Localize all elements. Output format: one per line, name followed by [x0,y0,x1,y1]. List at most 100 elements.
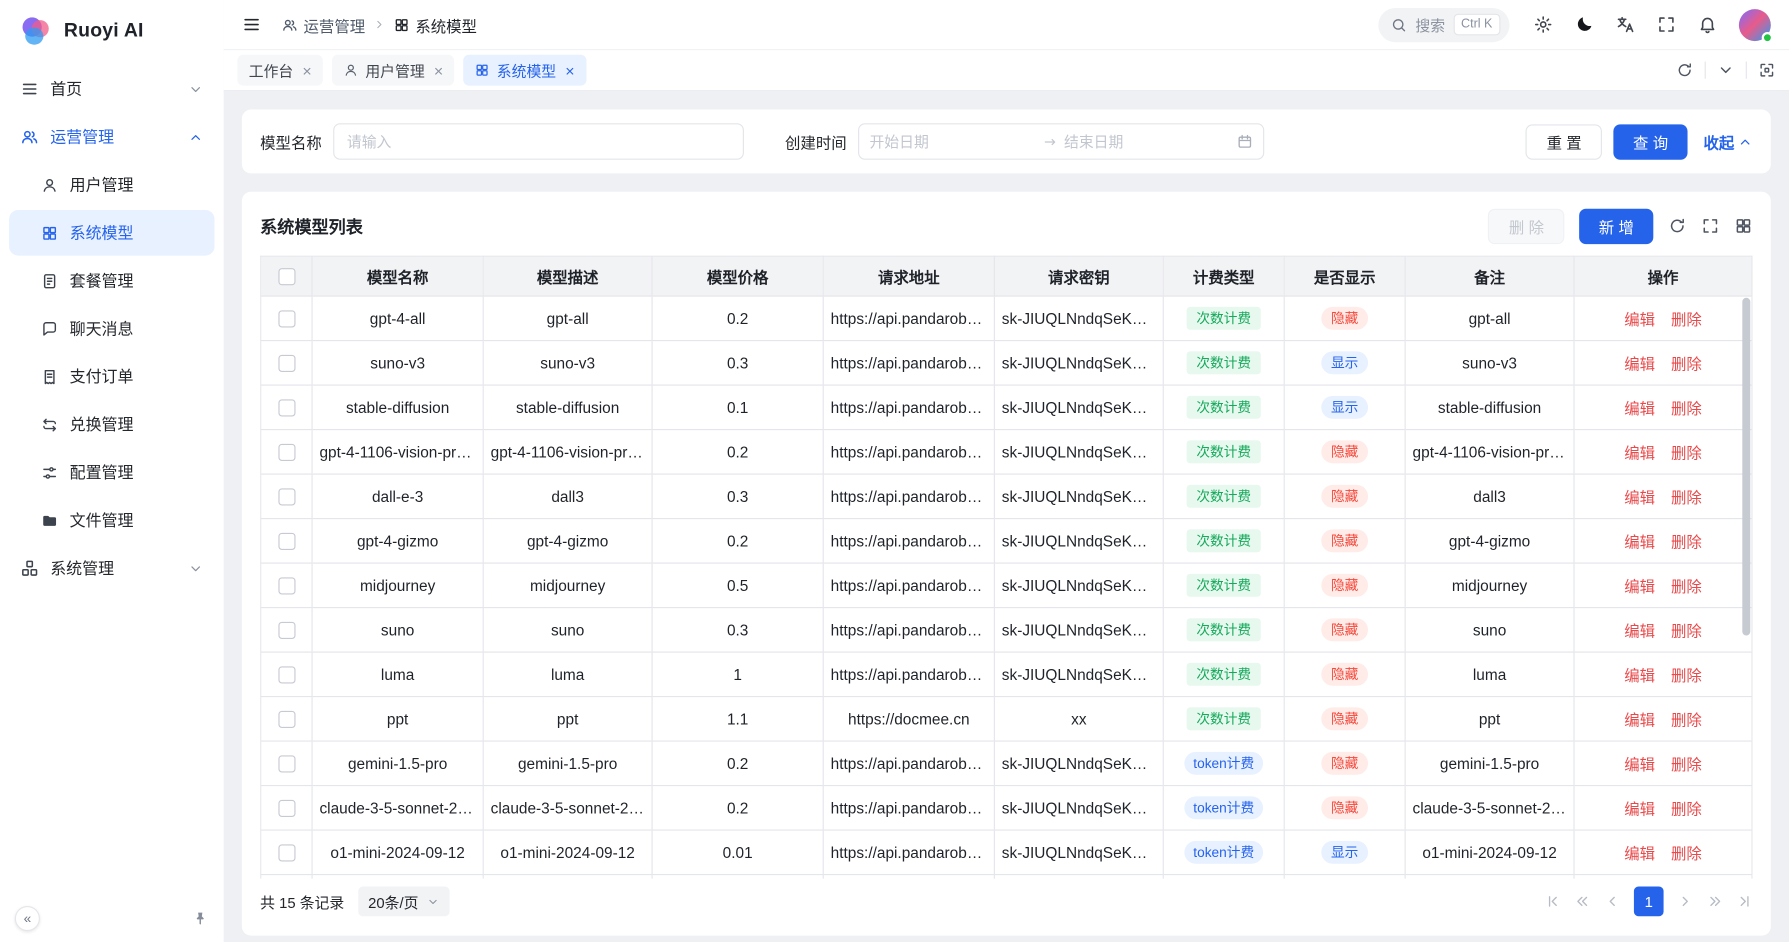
edit-link[interactable]: 编辑 [1624,752,1655,775]
column-header[interactable]: 模型价格 [652,256,823,296]
global-search[interactable]: 搜索 Ctrl K [1379,7,1510,41]
sidebar-item-orders[interactable]: 支付订单 [9,354,214,400]
edit-link[interactable]: 编辑 [1624,396,1655,419]
logo[interactable]: Ruoyi AI [0,0,224,62]
end-date-input[interactable] [1064,133,1230,150]
row-checkbox[interactable] [278,711,295,728]
edit-link[interactable]: 编辑 [1624,707,1655,730]
chevron-down-icon[interactable] [1717,62,1734,79]
row-checkbox[interactable] [278,666,295,683]
column-header[interactable]: 模型名称 [312,256,483,296]
row-checkbox[interactable] [278,800,295,817]
row-checkbox[interactable] [278,533,295,550]
sidebar-item-config[interactable]: 配置管理 [9,450,214,496]
column-settings-icon[interactable] [1734,217,1752,235]
sidebar-item-home[interactable]: 首页 [9,66,214,112]
delete-link[interactable]: 删除 [1671,529,1702,552]
notifications-icon[interactable] [1698,15,1717,34]
table-fullscreen-icon[interactable] [1701,217,1719,235]
edit-link[interactable]: 编辑 [1624,529,1655,552]
sidebar-item-operations[interactable]: 运营管理 [9,114,214,160]
sidebar-item-messages[interactable]: 聊天消息 [9,306,214,352]
column-header[interactable]: 模型描述 [483,256,652,296]
menu-toggle-icon[interactable] [242,15,261,34]
next-group-button[interactable] [1707,893,1723,909]
breadcrumb-item-operations[interactable]: 运营管理 [282,13,365,36]
edit-link[interactable]: 编辑 [1624,485,1655,508]
delete-link[interactable]: 删除 [1671,707,1702,730]
query-button[interactable]: 查 询 [1614,124,1688,159]
row-checkbox[interactable] [278,622,295,639]
sidebar-item-system[interactable]: 系统管理 [9,545,214,591]
delete-link[interactable]: 删除 [1671,485,1702,508]
column-header[interactable]: 请求地址 [823,256,994,296]
tab-models[interactable]: 系统模型× [464,55,586,86]
refresh-table-icon[interactable] [1668,217,1686,235]
delete-link[interactable]: 删除 [1671,841,1702,864]
breadcrumb-item-models[interactable]: 系统模型 [394,13,477,36]
row-checkbox[interactable] [278,844,295,861]
batch-delete-button[interactable]: 删 除 [1488,208,1564,243]
prev-page-button[interactable] [1604,893,1620,909]
reset-button[interactable]: 重 置 [1526,124,1602,159]
edit-link[interactable]: 编辑 [1624,574,1655,597]
tab-close-icon[interactable]: × [302,62,311,78]
date-range-picker[interactable] [858,123,1264,160]
tab-workbench[interactable]: 工作台× [237,55,323,86]
start-date-input[interactable] [869,133,1035,150]
column-header[interactable]: 备注 [1405,256,1574,296]
select-all-checkbox[interactable] [278,268,295,285]
row-checkbox[interactable] [278,755,295,772]
edit-link[interactable]: 编辑 [1624,663,1655,686]
sidebar-item-files[interactable]: 文件管理 [9,497,214,543]
edit-link[interactable]: 编辑 [1624,618,1655,641]
page-size-select[interactable]: 20条/页 [358,887,449,917]
refresh-tab-icon[interactable] [1676,62,1693,79]
delete-link[interactable]: 删除 [1671,574,1702,597]
avatar[interactable] [1739,9,1771,41]
row-checkbox[interactable] [278,444,295,461]
sidebar-item-models[interactable]: 系统模型 [9,210,214,256]
sidebar-item-packages[interactable]: 套餐管理 [9,258,214,304]
column-header[interactable]: 是否显示 [1284,256,1405,296]
language-icon[interactable] [1616,15,1635,34]
row-checkbox[interactable] [278,399,295,416]
content-fullscreen-icon[interactable] [1758,62,1775,79]
model-name-input[interactable] [333,123,744,160]
row-checkbox[interactable] [278,577,295,594]
edit-link[interactable]: 编辑 [1624,440,1655,463]
delete-link[interactable]: 删除 [1671,351,1702,374]
collapse-filter-link[interactable]: 收起 [1704,130,1753,153]
tab-close-icon[interactable]: × [434,62,443,78]
current-page-button[interactable]: 1 [1634,887,1664,917]
delete-link[interactable]: 删除 [1671,307,1702,330]
row-checkbox[interactable] [278,355,295,372]
settings-icon[interactable] [1534,15,1553,34]
delete-link[interactable]: 删除 [1671,618,1702,641]
column-header[interactable]: 操作 [1574,256,1752,296]
fullscreen-icon[interactable] [1657,15,1676,34]
tab-users[interactable]: 用户管理× [332,55,454,86]
tab-close-icon[interactable]: × [565,62,574,78]
edit-link[interactable]: 编辑 [1624,841,1655,864]
delete-link[interactable]: 删除 [1671,663,1702,686]
edit-link[interactable]: 编辑 [1624,796,1655,819]
next-page-button[interactable] [1677,893,1693,909]
sidebar-item-users[interactable]: 用户管理 [9,162,214,208]
prev-group-button[interactable] [1575,893,1591,909]
column-header[interactable]: 计费类型 [1163,256,1284,296]
edit-link[interactable]: 编辑 [1624,351,1655,374]
delete-link[interactable]: 删除 [1671,752,1702,775]
row-checkbox[interactable] [278,310,295,327]
row-checkbox[interactable] [278,488,295,505]
delete-link[interactable]: 删除 [1671,396,1702,419]
dark-mode-icon[interactable] [1575,15,1594,34]
pin-icon[interactable] [192,910,209,927]
delete-link[interactable]: 删除 [1671,440,1702,463]
edit-link[interactable]: 编辑 [1624,307,1655,330]
sidebar-collapse-button[interactable]: « [15,906,40,931]
column-header[interactable]: 请求密钥 [994,256,1163,296]
delete-link[interactable]: 删除 [1671,796,1702,819]
vertical-scrollbar[interactable] [1742,298,1750,636]
sidebar-item-redeem[interactable]: 兑换管理 [9,402,214,448]
